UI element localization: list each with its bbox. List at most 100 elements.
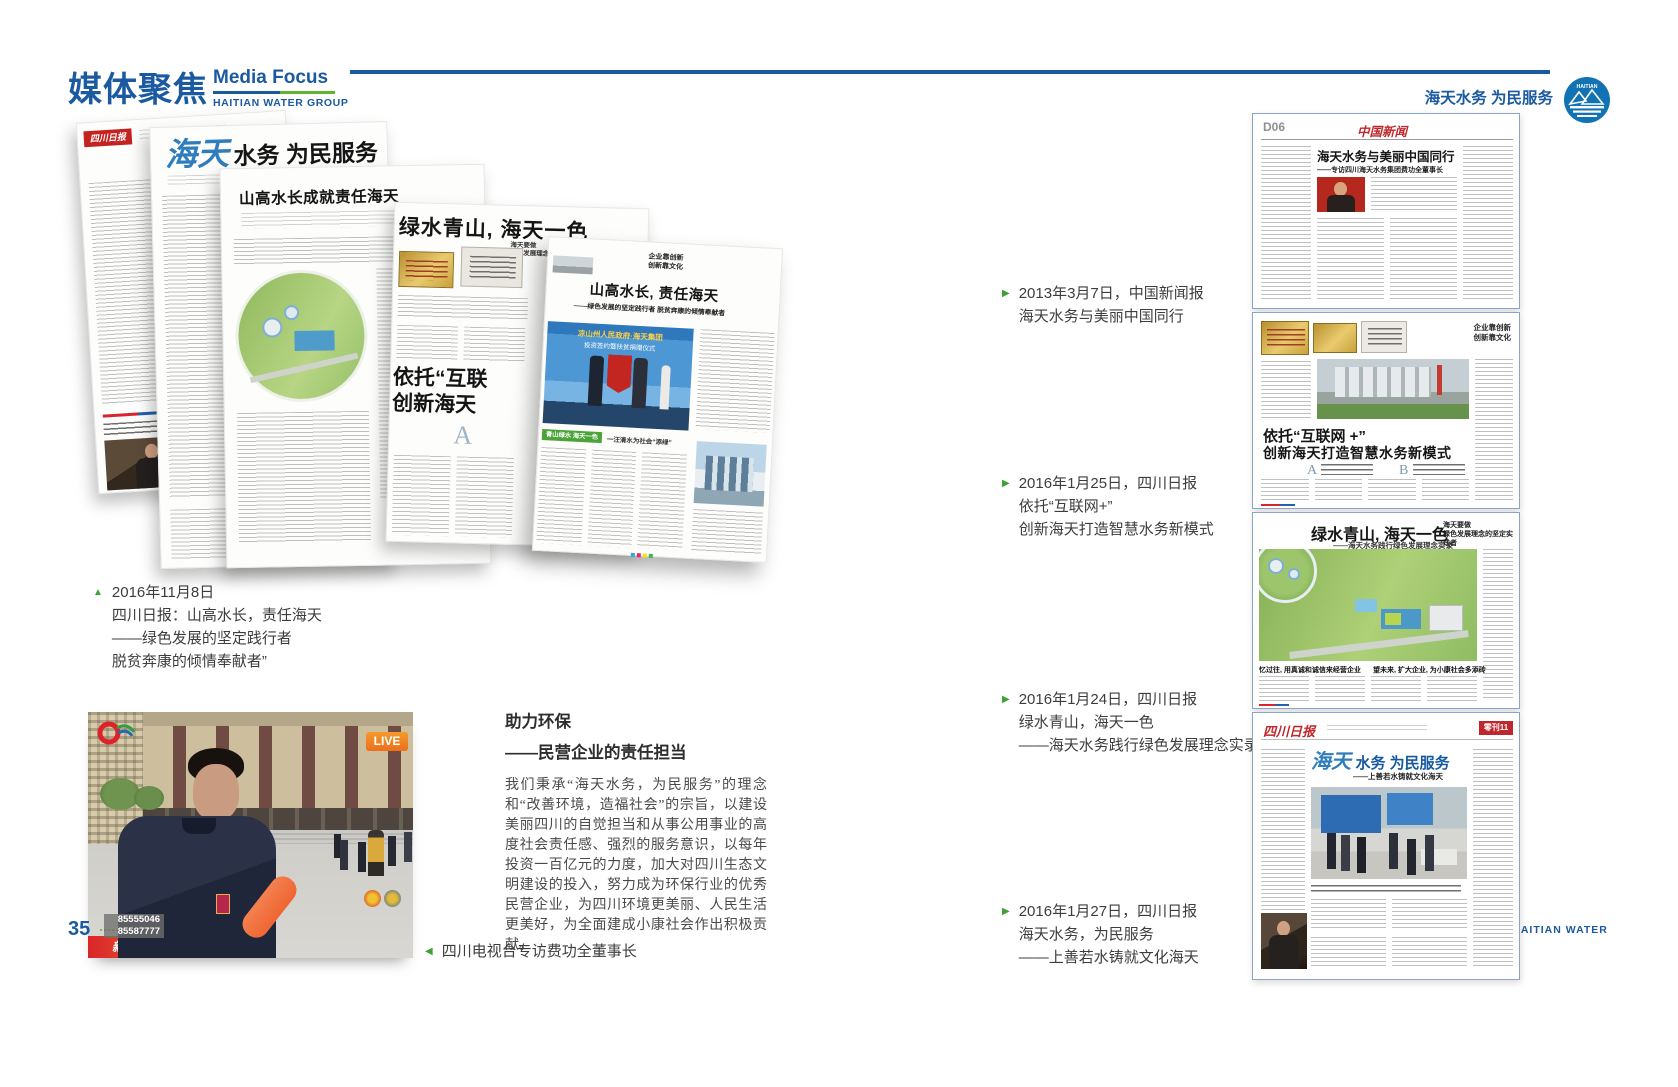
callout-circle — [1259, 549, 1317, 603]
pool — [294, 330, 334, 351]
plaque-text — [1267, 329, 1305, 349]
cmyk-registration-dots — [630, 544, 655, 563]
newsprint-column — [1483, 549, 1513, 701]
corner-slogan: 企业靠创新创新靠文化 — [1449, 323, 1511, 343]
tv-caption: ◀ 四川电视台专访费功全董事长 — [425, 940, 637, 963]
section-a: A — [1307, 463, 1317, 479]
suit — [1327, 195, 1355, 212]
scdaily-masthead: 四川日报 — [1263, 721, 1315, 740]
svg-text:HAITIAN: HAITIAN — [1576, 84, 1597, 90]
card4-brand: 海天 水务 为民服务 — [1311, 745, 1450, 774]
newsprint-columns — [1317, 218, 1457, 300]
hotline-box: 8555504685587777 — [104, 914, 164, 938]
interviewee-face — [193, 764, 239, 820]
section-b-text — [1413, 464, 1465, 475]
display-board — [1321, 795, 1381, 833]
newsprint-columns — [396, 325, 525, 362]
footer-brand: HAITIAN WATER — [1512, 924, 1608, 936]
clipping-card-green: 绿水青山, 海天一色 ——海天水务践行绿色发展理念实录 海天要做绿色发展理念的坚… — [1252, 512, 1520, 709]
section-a-text — [1321, 464, 1373, 475]
gold-plaque — [398, 251, 454, 288]
newsprint-lines — [1261, 361, 1311, 419]
header-underline — [213, 91, 335, 94]
card1-subhead: ——专访四川海天水务集团费功全董事长 — [1317, 165, 1443, 175]
clip-caption-2: ▶ 2016年1月25日，四川日报 依托“互联网+” 创新海天打造智慧水务新模式 — [1002, 472, 1214, 541]
side-slogan: 海天要做绿色发展理念的坚定实践者 — [1443, 521, 1517, 548]
newsprint-columns — [1261, 479, 1469, 501]
pedestrian-group — [340, 840, 348, 870]
emblem-national — [364, 890, 381, 907]
pool-green — [1385, 613, 1401, 625]
newsprint-column — [1473, 749, 1513, 967]
rule — [1261, 739, 1513, 740]
arrow-right-icon: ▶ — [1002, 472, 1010, 541]
plaque-text — [470, 256, 517, 279]
suit — [1269, 935, 1299, 969]
figure-host — [659, 365, 670, 409]
newsprint-column — [237, 411, 371, 543]
clip-caption-1: ▶ 2013年3月7日，中国新闻报 海天水务与美丽中国同行 — [1002, 282, 1204, 328]
section-note: 一汪清水为社会“添绿” — [607, 433, 672, 446]
section-header-1: 忆过往, 用真诚和诚信来经营企业 — [1259, 665, 1361, 675]
fan-caption: ▲ 2016年11月8日 四川日报：山高水长，责任海天 ——绿色发展的坚定践行者… — [93, 581, 322, 673]
towers — [704, 456, 754, 492]
photo-aerial-plant — [1259, 549, 1477, 661]
figure-left — [588, 355, 605, 406]
photo-aerial-round — [234, 269, 368, 403]
corner-slogan: 企业靠创新创新靠文化 — [648, 252, 721, 274]
figure-right — [632, 358, 649, 409]
photo-stage-ceremony: 凉山州人民政府·海天集团 投资签约暨扶贫捐赠仪式 — [543, 321, 694, 431]
newsprint-columns — [1311, 899, 1467, 931]
tank — [1288, 568, 1300, 580]
scdaily-masthead: 四川日报 — [83, 128, 132, 147]
page-title: 媒体聚焦 — [68, 62, 208, 111]
newsprint-columns — [392, 455, 514, 538]
newsprint-column — [1475, 359, 1513, 501]
page-number-left: 35 — [68, 918, 90, 941]
tank — [262, 317, 282, 337]
essay-body: 我们秉承“海天水务，为民服务”的理念和“改善环境，造福社会”的宗旨，以建设美丽四… — [505, 776, 767, 956]
header-slogan: 海天水务 为民服务 — [1403, 86, 1553, 108]
arrow-right-icon: ▶ — [1002, 282, 1010, 328]
edition-tag: 零刊11 — [1479, 721, 1513, 735]
haitian-logo-icon: HAITIAN — [1563, 76, 1611, 124]
tank — [284, 305, 299, 320]
section-header-2: 望未来, 扩大企业, 为小康社会多添砖 — [1373, 665, 1486, 675]
photo-research-center — [1317, 359, 1469, 419]
tank — [1268, 558, 1284, 574]
arrow-left-icon: ◀ — [425, 940, 433, 963]
newsprint-lines — [397, 295, 528, 320]
road — [250, 353, 359, 384]
clipping-card-culture: 四川日报 零刊11 海天 水务 为民服务 ——上善若水铸就文化海天 — [1252, 712, 1520, 980]
caption-date: 2016年11月8日 — [112, 581, 322, 604]
delegate-badge — [216, 894, 230, 914]
plaque-text — [405, 260, 448, 281]
display-board — [1387, 793, 1433, 825]
headline-net: 依托“互联创新海天 — [392, 365, 511, 420]
essay-block: 助力环保 ——民营企业的责任担当 我们秉承“海天水务，为民服务”的理念和“改善环… — [505, 708, 767, 956]
newsprint-columns — [536, 447, 687, 551]
gold-plaque — [1261, 321, 1309, 355]
header-rule — [350, 70, 1550, 74]
photo-building-small — [553, 255, 594, 274]
section-b: B — [1399, 463, 1408, 479]
chinanews-masthead: 中国新闻 — [1357, 121, 1407, 140]
table — [1421, 849, 1457, 865]
red-sign — [1437, 365, 1442, 395]
newsprint-column — [1261, 146, 1311, 302]
clipping-sheet-front: 企业靠创新创新靠文化 山高水长, 责任海天 ——绿色发展的坚定践行者 脱贫奔康的… — [532, 236, 783, 563]
photo-chairman-red — [1317, 177, 1365, 212]
page-title-en: Media Focus — [213, 67, 328, 89]
arrow-up-icon: ▲ — [93, 581, 103, 673]
rule — [1261, 139, 1513, 140]
essay-subtitle: ——民营企业的责任担当 — [505, 739, 767, 763]
photo-speaker-portrait — [1261, 913, 1307, 969]
essay-title: 助力环保 — [505, 708, 767, 732]
collar — [182, 818, 216, 834]
building — [1335, 367, 1431, 397]
newsprint-column — [691, 509, 763, 555]
card2-headline-2: 创新海天打造智慧水务新模式 — [1263, 443, 1452, 463]
clipping-card-internet: 企业靠创新创新靠文化 依托“互联网 +” 创新海天打造智慧水务新模式 A B — [1252, 312, 1520, 509]
photographer-yellow — [368, 830, 384, 876]
silver-plaque — [460, 246, 523, 288]
